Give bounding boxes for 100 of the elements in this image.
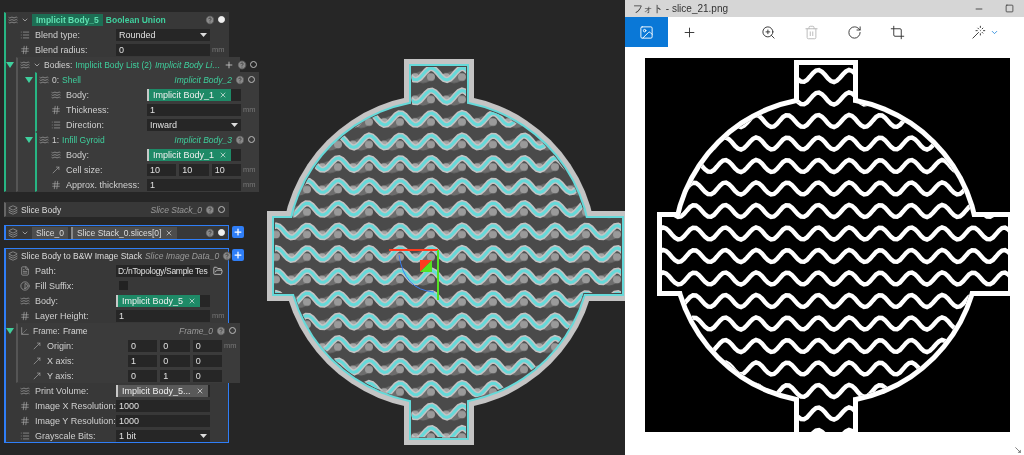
waves-icon (20, 295, 30, 306)
waves-icon (51, 89, 61, 100)
arrow-icon (32, 355, 42, 366)
add-icon[interactable] (223, 59, 234, 70)
node-title: Frame (62, 325, 88, 336)
maximize-icon[interactable] (1004, 4, 1014, 13)
zoom-in-icon (761, 24, 776, 40)
node-title: Infill Gyroid (62, 134, 105, 145)
caret-icon (200, 32, 207, 37)
hash-icon (20, 400, 30, 411)
help-icon[interactable] (236, 59, 247, 70)
field-label: Blend radius: (35, 44, 88, 55)
remove-icon[interactable] (219, 150, 228, 159)
field-label: Path: (35, 265, 56, 276)
field-label: Fill Suffix: (35, 280, 74, 291)
field-label: Blend type: (35, 29, 81, 40)
expand-toggle-icon[interactable] (25, 136, 33, 144)
rotate-icon (847, 24, 862, 40)
waves-icon (51, 149, 61, 160)
remove-icon[interactable] (188, 296, 197, 305)
add-button[interactable] (232, 226, 244, 238)
field-label: Grayscale Bits: (35, 430, 96, 441)
node-title: Slice Body to B&W Image Stack (21, 250, 142, 261)
hash-icon (20, 310, 30, 321)
file-icon (20, 265, 30, 276)
node-output: Slice Image Data_0 (144, 250, 220, 261)
waves-icon (20, 59, 30, 70)
add-button[interactable] (232, 249, 244, 261)
hash-icon (20, 44, 30, 55)
field-label: Thickness: (66, 104, 109, 115)
node-type: Boolean Union (105, 14, 166, 25)
node-output: Implicit Body_2 (174, 74, 232, 85)
field-label: Y axis: (47, 370, 74, 381)
image-icon (639, 24, 654, 40)
window-title: フォト - slice_21.png (633, 1, 730, 16)
field-label: Layer Height: (35, 310, 89, 321)
waves-icon (39, 134, 49, 145)
waves-icon (20, 385, 30, 396)
expand-toggle-icon[interactable] (25, 76, 33, 84)
crop-icon (890, 24, 905, 40)
list-icon (20, 430, 30, 441)
wand-icon (970, 24, 986, 40)
waves-icon (39, 74, 49, 85)
help-icon[interactable] (205, 204, 215, 215)
layers-icon (8, 227, 18, 238)
plus-icon (233, 250, 243, 260)
layers-icon (8, 204, 18, 215)
node-label: 0: (52, 74, 60, 85)
caret-icon (231, 122, 238, 127)
node-label: Bodies: (44, 59, 73, 70)
help-icon[interactable] (216, 325, 226, 336)
caret-icon (200, 433, 207, 438)
node-title: Slice Body (21, 204, 62, 215)
field-label: Image X Resolution: (35, 400, 117, 411)
resize-icon[interactable] (1014, 446, 1022, 454)
hash-icon (51, 179, 61, 190)
remove-icon[interactable] (165, 228, 174, 237)
plus-icon (682, 24, 697, 40)
axis-gizmo-drawing (388, 249, 439, 301)
list-icon (51, 119, 61, 130)
expand-toggle-icon[interactable] (6, 61, 14, 69)
layers-icon (8, 250, 18, 261)
plus-icon (233, 227, 243, 237)
field-label: Origin: (47, 340, 74, 351)
help-icon[interactable] (205, 227, 215, 238)
node-output: Implicit Body Li… (154, 59, 221, 70)
node-title: Implicit Body List (2) (75, 59, 152, 70)
hash-icon (20, 415, 30, 426)
remove-icon[interactable] (219, 90, 228, 99)
field-label: Body: (66, 89, 89, 100)
field-label: Print Volume: (35, 385, 89, 396)
node-label: 1: (52, 134, 60, 145)
list-icon (20, 29, 30, 40)
field-label: Approx. thickness: (66, 179, 140, 190)
help-icon[interactable] (235, 74, 245, 85)
field-label: Direction: (66, 119, 104, 130)
help-icon[interactable] (205, 14, 215, 25)
expand-toggle-icon[interactable] (6, 327, 14, 335)
field-label: X axis: (47, 355, 74, 366)
axes-icon (20, 325, 30, 336)
contrast-icon (20, 280, 30, 291)
field-label: Cell size: (66, 164, 103, 175)
remove-icon[interactable] (195, 386, 204, 395)
arrow-icon (51, 164, 61, 175)
trash-icon (804, 24, 819, 40)
field-label: Image Y Resolution: (35, 415, 116, 426)
node-output: Frame_0 (179, 325, 213, 336)
help-icon[interactable] (222, 250, 233, 261)
field-label: Body: (66, 149, 89, 160)
node-title: Shell (62, 74, 81, 85)
arrow-icon (32, 340, 42, 351)
node-output: Implicit Body_3 (174, 134, 232, 145)
folder-icon[interactable] (213, 265, 223, 276)
gallery-button[interactable] (625, 17, 668, 47)
hash-icon (51, 104, 61, 115)
help-icon[interactable] (235, 134, 245, 145)
waves-icon (8, 14, 18, 25)
node-label: Frame: (33, 325, 60, 336)
arrow-icon (32, 370, 42, 381)
node-output: Slice Stack_0 (150, 204, 202, 215)
